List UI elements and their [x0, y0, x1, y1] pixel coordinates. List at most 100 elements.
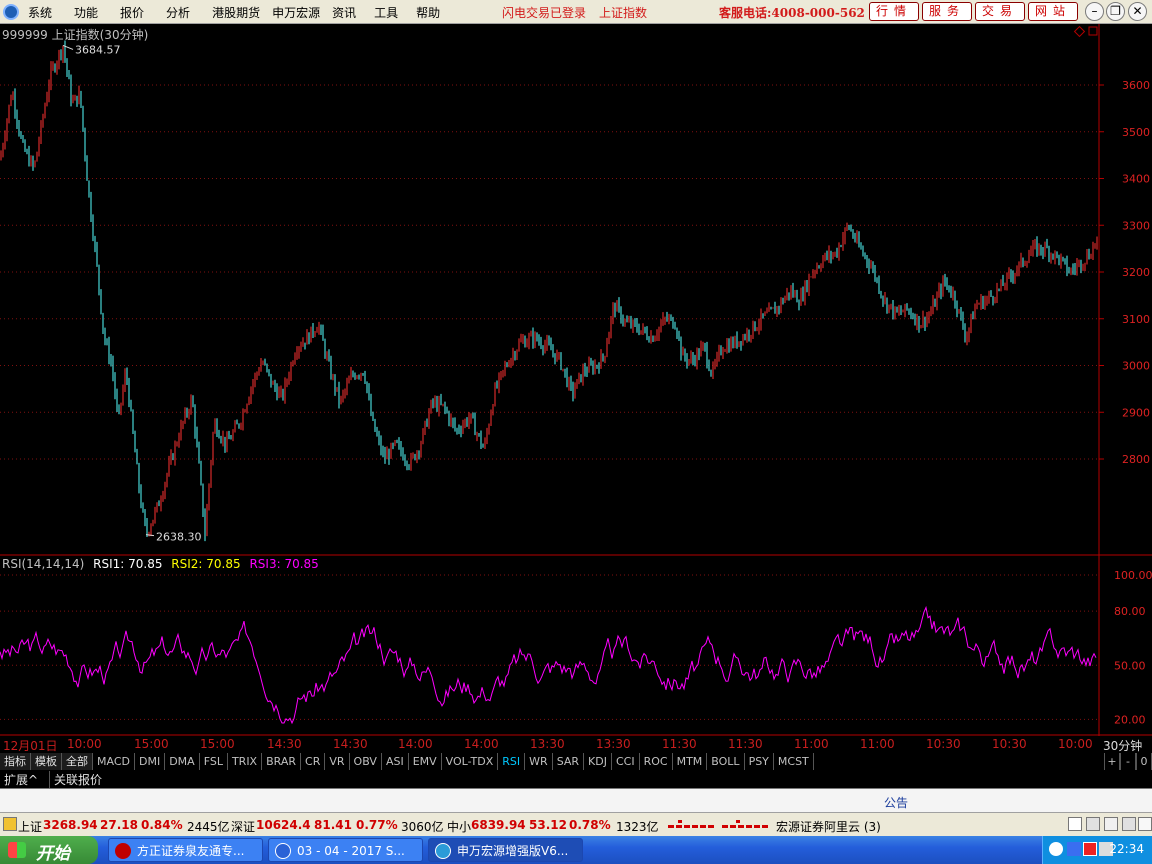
clock: 22:34	[1109, 842, 1144, 856]
rsi-tick-label: 80.00	[1114, 605, 1146, 618]
menu-system[interactable]: 系统	[28, 4, 52, 21]
sz-value: 10624.4	[256, 818, 311, 832]
time-label: 10:00	[67, 737, 102, 751]
tab-boll[interactable]: BOLL	[707, 753, 745, 770]
tab-asi[interactable]: ASI	[382, 753, 409, 770]
task-fangzheng[interactable]: 方正证券泉友通专...	[108, 838, 263, 862]
sz-pct: 0.77%	[356, 818, 398, 832]
tab-全部[interactable]: 全部	[62, 753, 93, 770]
zx-change: 53.12	[529, 818, 567, 832]
tab-rsi[interactable]: RSI	[498, 753, 526, 770]
sz-name: 深证	[231, 820, 256, 834]
time-label: 12月01日	[3, 739, 58, 753]
menu-info[interactable]: 资讯	[332, 4, 356, 21]
window-icon[interactable]	[1068, 817, 1082, 831]
rsi3-value: RSI3: 70.85	[249, 557, 319, 571]
tab-vol-tdx[interactable]: VOL-TDX	[442, 753, 499, 770]
tab-emv[interactable]: EMV	[409, 753, 442, 770]
high-label: 3684.57	[75, 43, 121, 56]
tab-vr[interactable]: VR	[325, 753, 350, 770]
menu-help[interactable]: 帮助	[416, 4, 440, 21]
rsi-tick-label: 20.00	[1114, 713, 1146, 726]
start-button[interactable]: 开始	[0, 836, 98, 864]
lock-status-icon[interactable]	[1122, 817, 1136, 831]
price-tick-label: 3400	[1122, 173, 1150, 186]
tab-mcst[interactable]: MCST	[774, 753, 814, 770]
service-button[interactable]: 服务	[922, 2, 972, 21]
menu-quote[interactable]: 报价	[120, 4, 144, 21]
zoom-out-button[interactable]: -	[1120, 753, 1136, 770]
zoom-in-button[interactable]: +	[1104, 753, 1120, 770]
zx-value: 6839.94	[471, 818, 526, 832]
extension-row: 扩展^ 关联报价	[0, 770, 1152, 788]
tab-fsl[interactable]: FSL	[200, 753, 228, 770]
close-icon[interactable]: ✕	[1128, 2, 1147, 21]
tab-trix[interactable]: TRIX	[228, 753, 263, 770]
chart-area[interactable]: 3600 3500 3400 3300 3200 3100 3000 2900 2800 100.…	[0, 24, 1152, 736]
menu-swhy[interactable]: 申万宏源	[272, 4, 320, 21]
tab-psy[interactable]: PSY	[745, 753, 774, 770]
menu-hk-futures[interactable]: 港股期货	[212, 4, 260, 21]
time-label: 14:30	[267, 737, 302, 751]
message-icon[interactable]	[1104, 817, 1118, 831]
kline-chart-svg[interactable]: 3600 3500 3400 3300 3200 3100 3000 2900 2800 100.…	[0, 24, 1152, 736]
menu-tools[interactable]: 工具	[374, 4, 398, 21]
windows-flag-icon	[8, 842, 26, 858]
settings-icon[interactable]	[1138, 817, 1152, 831]
task-swhy[interactable]: 申万宏源增强版V6...	[428, 838, 583, 862]
task-browser[interactable]: 03 - 04 - 2017 S...	[268, 838, 423, 862]
time-label: 13:30	[596, 737, 631, 751]
start-label: 开始	[36, 844, 70, 864]
lock-icon[interactable]	[3, 817, 17, 831]
tab-brar[interactable]: BRAR	[262, 753, 302, 770]
time-label: 10:30	[992, 737, 1027, 751]
app-logo-icon	[3, 4, 19, 20]
tab-sar[interactable]: SAR	[553, 753, 585, 770]
tab-dmi[interactable]: DMI	[135, 753, 166, 770]
time-axis: 12月01日 10:00 15:00 15:00 14:30 14:30 14:00 14:0…	[0, 736, 1152, 753]
minimize-icon[interactable]: –	[1085, 2, 1104, 21]
expand-button[interactable]: 扩展^	[4, 771, 38, 788]
tab-macd[interactable]: MACD	[93, 753, 135, 770]
tab-wr[interactable]: WR	[525, 753, 553, 770]
tab-模板[interactable]: 模板	[31, 753, 62, 770]
tab-obv[interactable]: OBV	[350, 753, 382, 770]
website-button[interactable]: 网站	[1028, 2, 1078, 21]
index-name-link[interactable]: 上证指数	[599, 4, 647, 21]
restore-icon[interactable]: ❐	[1106, 2, 1125, 21]
tab-指标[interactable]: 指标	[0, 753, 31, 770]
price-tick-label: 2800	[1122, 453, 1150, 466]
tab-roc[interactable]: ROC	[640, 753, 673, 770]
reset-button[interactable]: 0	[1136, 753, 1152, 770]
tab-cr[interactable]: CR	[301, 753, 326, 770]
tab-dma[interactable]: DMA	[165, 753, 200, 770]
tab-kdj[interactable]: KDJ	[584, 753, 612, 770]
flag-icon[interactable]	[1083, 842, 1097, 856]
tab-cci[interactable]: CCI	[612, 753, 640, 770]
flash-trade-status[interactable]: 闪电交易已登录	[502, 4, 586, 21]
market-button[interactable]: 行情	[869, 2, 919, 21]
trade-button[interactable]: 交易	[975, 2, 1025, 21]
windows-taskbar: 开始 方正证券泉友通专... 03 - 04 - 2017 S... 申万宏源增…	[0, 836, 1152, 864]
price-tick-label: 3500	[1122, 126, 1150, 139]
network-icon[interactable]	[1067, 842, 1081, 856]
indicator-tabs: 指标 模板 全部 MACD DMI DMA FSL TRIX BRAR CR VR OBV ASI EMV…	[0, 753, 1152, 770]
sh-change: 27.18	[100, 818, 138, 832]
app-window: 系统 功能 报价 分析 港股期货 申万宏源 资讯 工具 帮助 闪电交易已登录 上…	[0, 0, 1152, 864]
sh-name: 上证	[18, 820, 43, 834]
server-name[interactable]: 宏源证券阿里云 (3)	[776, 818, 881, 835]
main-menu: 系统 功能 报价 分析 港股期货 申万宏源 资讯 工具 帮助	[28, 4, 462, 21]
zx-amount: 1323亿	[616, 820, 659, 834]
menu-function[interactable]: 功能	[74, 4, 98, 21]
antenna-icon[interactable]	[1086, 817, 1100, 831]
time-label: 10:30	[926, 737, 961, 751]
price-tick-label: 3600	[1122, 79, 1150, 92]
period-selector[interactable]: 30分钟	[1103, 737, 1142, 754]
tray-arrow-icon[interactable]	[1049, 842, 1063, 856]
time-label: 11:00	[860, 737, 895, 751]
tab-mtm[interactable]: MTM	[673, 753, 708, 770]
menu-analysis[interactable]: 分析	[166, 4, 190, 21]
related-quote-button[interactable]: 关联报价	[49, 771, 102, 788]
price-tick-label: 2900	[1122, 406, 1150, 419]
notice-label[interactable]: 公告	[884, 794, 908, 811]
